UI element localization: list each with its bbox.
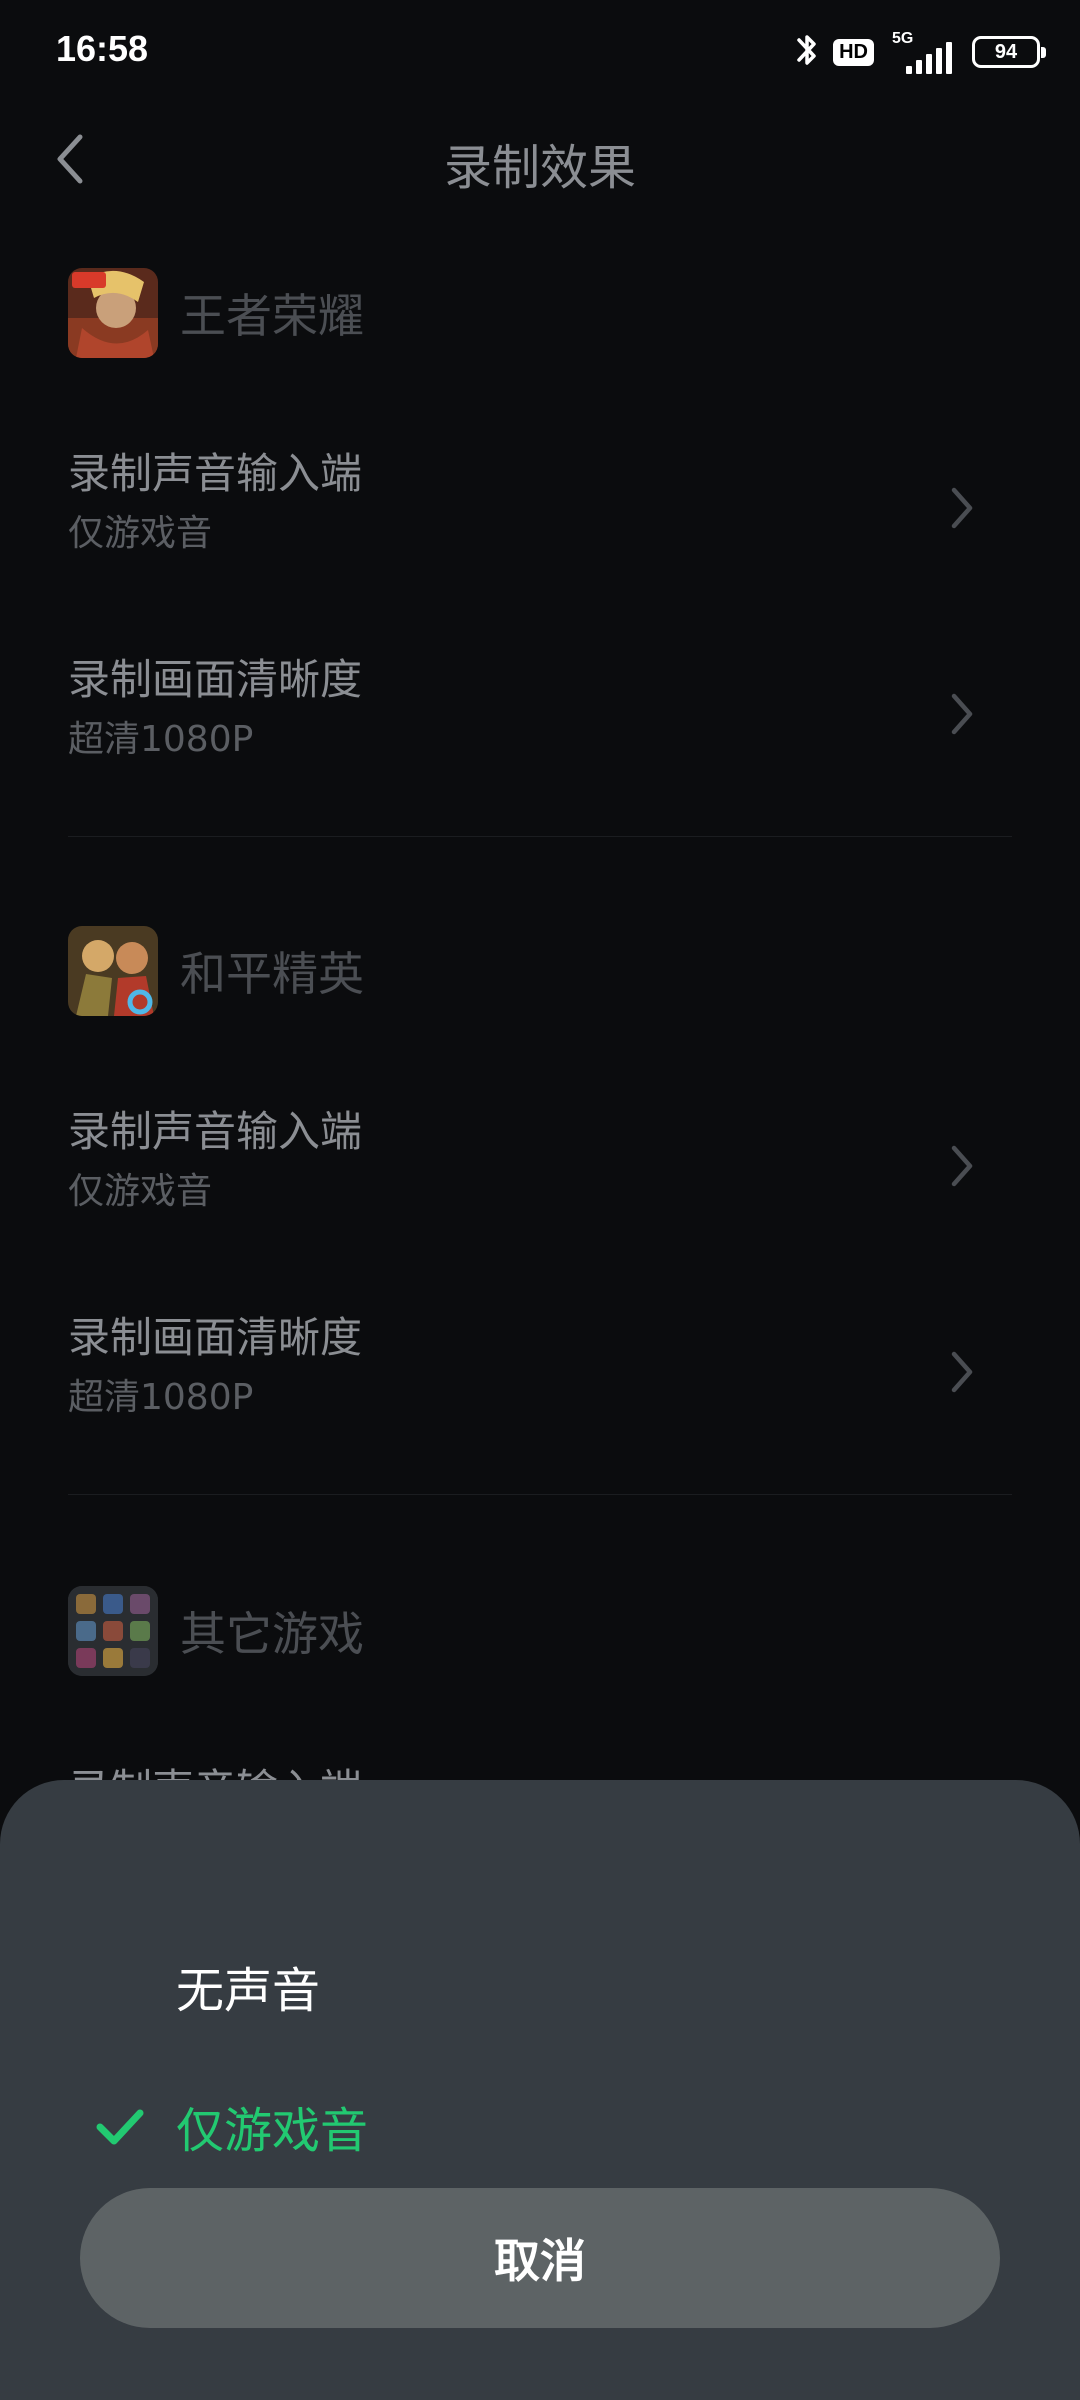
section-header-honor-of-kings: 王者荣耀 (68, 268, 364, 358)
setting-title: 录制画面清晰度 (68, 1313, 363, 1362)
chevron-right-icon (942, 478, 982, 538)
setting-title: 录制声音输入端 (68, 1107, 363, 1156)
chevron-right-icon (942, 1342, 982, 1402)
option-label: 仅游戏音 (176, 2103, 369, 2159)
game-name: 和平精英 (180, 947, 364, 1001)
setting-title: 录制画面清晰度 (68, 655, 363, 704)
option-no-sound[interactable]: 无声音 (0, 1936, 1080, 2036)
hd-icon: HD (833, 38, 874, 66)
audio-source-bottom-sheet: 无声音 仅游戏音 取消 (0, 1780, 1080, 2400)
bluetooth-icon (795, 30, 819, 74)
page-title: 录制效果 (443, 140, 636, 196)
option-label: 无声音 (176, 1963, 321, 2019)
game-name: 王者荣耀 (180, 289, 364, 343)
section-header-peacekeeper-elite: 和平精英 (68, 926, 364, 1016)
setting-row-video-quality[interactable]: 录制画面清晰度 超清1080P (68, 646, 1012, 806)
divider (68, 836, 1012, 837)
setting-value: 仅游戏音 (68, 1171, 213, 1212)
setting-row-video-quality[interactable]: 录制画面清晰度 超清1080P (68, 1304, 1012, 1464)
status-icons: HD 5G 94 (795, 26, 1046, 78)
check-icon (94, 2100, 146, 2152)
signal-icon: 5G (888, 30, 958, 74)
setting-value: 超清1080P (68, 1377, 254, 1418)
peacekeeper-elite-app-icon (68, 926, 158, 1016)
cancel-label: 取消 (494, 2234, 586, 2288)
setting-row-audio-source[interactable]: 录制声音输入端 仅游戏音 (68, 440, 1012, 600)
chevron-right-icon (942, 1136, 982, 1196)
setting-row-audio-source[interactable]: 录制声音输入端 仅游戏音 (68, 1098, 1012, 1258)
section-header-other-games: 其它游戏 (68, 1586, 364, 1676)
other-games-grid-icon (68, 1586, 158, 1676)
option-game-sound-only[interactable]: 仅游戏音 (0, 2076, 1080, 2176)
honor-of-kings-app-icon (68, 268, 158, 358)
chevron-right-icon (942, 684, 982, 744)
game-name: 其它游戏 (180, 1607, 364, 1661)
divider (68, 1494, 1012, 1495)
setting-title: 录制声音输入端 (68, 449, 363, 498)
status-bar: 16:58 HD 5G 94 (0, 0, 1080, 104)
header: 录制效果 (0, 110, 1080, 210)
status-time: 16:58 (56, 28, 149, 69)
setting-value: 仅游戏音 (68, 513, 213, 554)
cancel-button[interactable]: 取消 (80, 2188, 1000, 2328)
screen: 16:58 HD 5G 94 录制效果 王者荣耀 录制声音输入端 仅游戏音 录制… (0, 0, 1080, 2400)
setting-value: 超清1080P (68, 719, 254, 760)
battery-level: 94 (994, 40, 1018, 63)
battery-icon: 94 (972, 36, 1046, 68)
